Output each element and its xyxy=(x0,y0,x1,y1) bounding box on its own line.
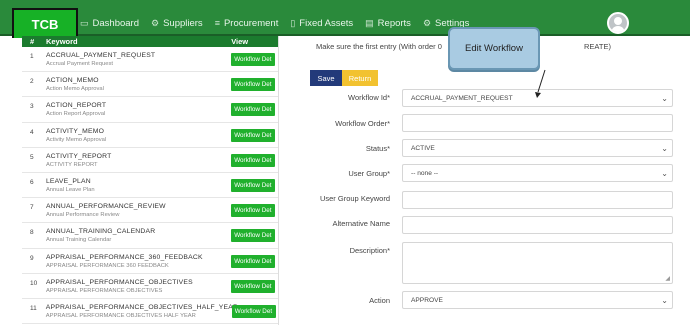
callout-arrow-icon xyxy=(535,69,546,98)
